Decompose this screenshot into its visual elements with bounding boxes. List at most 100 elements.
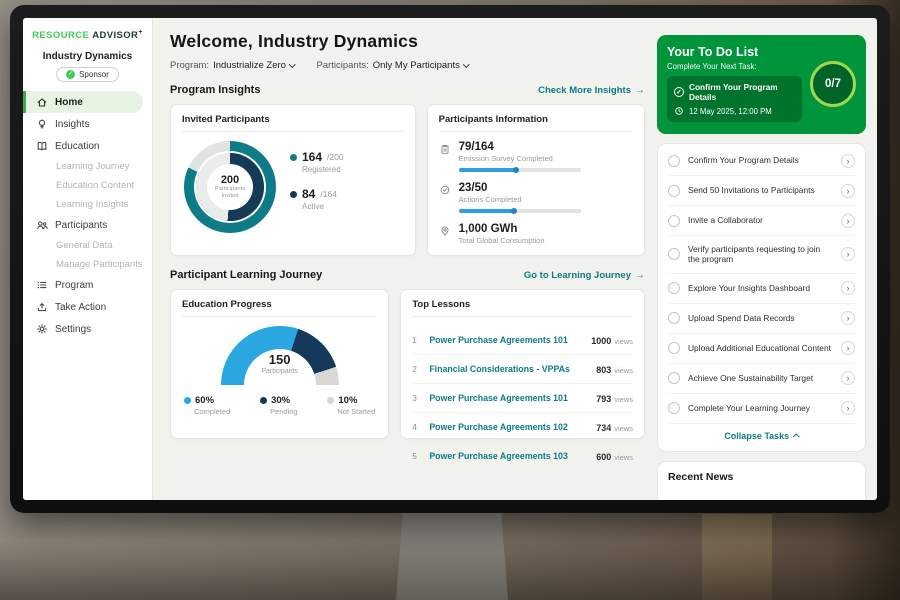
sidebar-item-education-content[interactable]: Education Content [23,176,152,195]
sidebar-item-learning-journey[interactable]: Learning Journey [23,157,152,176]
nav-label: Manage Participants [56,259,143,270]
app-logo: RESOURCEADVISOR+ [23,29,152,41]
program-select[interactable]: Program: Industrialize Zero [170,60,294,71]
chevron-right-icon[interactable]: › [841,341,855,355]
nav-label: Insights [55,119,89,130]
logo-resource: RESOURCE [32,30,89,41]
program-insights-header: Program Insights Check More Insights → [170,84,645,96]
participants-select[interactable]: Participants: Only My Participants [316,60,468,71]
task-checkbox[interactable] [668,342,680,354]
location-pin-icon [439,223,451,245]
nav-label: Settings [55,324,91,335]
sidebar-item-participants[interactable]: Participants [23,214,152,236]
org-name: Industry Dynamics [23,51,152,62]
task-label: Confirm Your Program Details [688,155,833,166]
sidebar: RESOURCEADVISOR+ Industry Dynamics ✓ Spo… [23,18,153,500]
lesson-link[interactable]: Power Purchase Agreements 102 [429,422,589,432]
task-checkbox[interactable] [668,155,680,167]
lesson-row: 2 Financial Considerations - VPPAs 803vi… [412,355,633,384]
lesson-link[interactable]: Power Purchase Agreements 103 [429,451,589,461]
card-title: Education Progress [182,299,377,317]
program-label: Program: [170,60,209,71]
legend-dot-teal [290,154,297,161]
lesson-rank: 5 [412,452,422,461]
lesson-rank: 1 [412,336,422,345]
chevron-right-icon[interactable]: › [841,184,855,198]
lesson-link[interactable]: Power Purchase Agreements 101 [429,393,589,403]
gauge-center-value: 150 [221,352,339,367]
legend-pct: 30% [271,395,290,406]
stat-value: 79/164 [459,141,581,153]
list-icon [35,279,48,291]
todo-panel: Your To Do List Complete Your Next Task:… [657,18,877,500]
sidebar-item-home[interactable]: Home [23,91,143,113]
participants-value: Only My Participants [373,60,460,71]
survey-icon [439,141,451,172]
book-icon [35,140,48,152]
task-checkbox[interactable] [668,185,680,197]
chevron-right-icon[interactable]: › [841,247,855,261]
card-title: Participants Information [439,114,633,132]
task-label: Invite a Collaborator [688,215,833,226]
lesson-row: 1 Power Purchase Agreements 101 1000view… [412,326,633,355]
nav-label: Learning Insights [56,199,128,210]
go-to-learning-journey-link[interactable]: Go to Learning Journey → [524,270,645,281]
task-item[interactable]: Upload Additional Educational Content › [668,334,855,364]
upload-icon [35,301,48,313]
nav-label: General Data [56,240,113,251]
donut-center-value: 200 [221,174,239,186]
task-item[interactable]: Confirm Your Program Details › [668,146,855,176]
next-task-box[interactable]: ✓ Confirm Your Program Details 12 May 20… [667,76,802,122]
task-checkbox[interactable] [668,402,680,414]
progress-fill [459,168,518,172]
task-checkbox[interactable] [668,372,680,384]
link-label: Check More Insights [538,85,631,96]
task-item[interactable]: Explore Your Insights Dashboard › [668,274,855,304]
section-title-learning-journey: Participant Learning Journey [170,269,322,281]
task-item[interactable]: Complete Your Learning Journey › [668,394,855,424]
sidebar-item-learning-insights[interactable]: Learning Insights [23,195,152,214]
lesson-row: 5 Power Purchase Agreements 103 600views [412,442,633,470]
sidebar-item-education[interactable]: Education [23,135,152,157]
task-item[interactable]: Invite a Collaborator › [668,206,855,236]
active-ring: 200 Participants Invited [196,153,264,221]
sidebar-item-insights[interactable]: Insights [23,113,152,135]
arrow-right-icon: → [635,85,645,96]
sidebar-item-program[interactable]: Program [23,274,152,296]
logo-advisor: ADVISOR [92,30,138,41]
task-checkbox[interactable] [668,248,680,260]
participants-information-card: Participants Information 79/164 Emission… [427,104,645,256]
nav-label: Education [55,141,99,152]
legend-pct: 60% [195,395,214,406]
chevron-right-icon[interactable]: › [841,214,855,228]
collapse-tasks-link[interactable]: Collapse Tasks [668,424,855,449]
task-checkbox[interactable] [668,282,680,294]
task-checkbox[interactable] [668,312,680,324]
task-item[interactable]: Achieve One Sustainability Target › [668,364,855,394]
sidebar-item-manage-participants[interactable]: Manage Participants [23,255,152,274]
task-item[interactable]: Upload Spend Data Records › [668,304,855,334]
chevron-right-icon[interactable]: › [841,281,855,295]
sidebar-item-general-data[interactable]: General Data [23,236,152,255]
task-item[interactable]: Verify participants requesting to join t… [668,236,855,274]
lesson-link[interactable]: Power Purchase Agreements 101 [429,335,584,345]
chevron-right-icon[interactable]: › [841,371,855,385]
sidebar-item-settings[interactable]: Settings [23,318,152,340]
chevron-right-icon[interactable]: › [841,401,855,415]
lesson-views-unit: views [614,395,633,404]
chevron-right-icon[interactable]: › [841,311,855,325]
lesson-link[interactable]: Financial Considerations - VPPAs [429,364,589,374]
stat-actions-completed: 23/50 Actions Completed [439,182,633,213]
task-checkbox[interactable] [668,215,680,227]
education-progress-card: Education Progress 150 Participants 60% … [170,289,389,439]
legend-dot-navy [260,397,267,404]
check-icon: ✓ [674,87,684,97]
stat-value: 1,000 GWh [459,223,545,235]
lesson-row: 4 Power Purchase Agreements 102 734views [412,413,633,442]
invited-donut-chart: 200 Participants Invited [184,141,276,233]
lesson-views: 803 [596,365,611,375]
sidebar-item-take-action[interactable]: Take Action [23,296,152,318]
check-more-insights-link[interactable]: Check More Insights → [538,85,645,96]
task-item[interactable]: Send 50 Invitations to Participants › [668,176,855,206]
chevron-right-icon[interactable]: › [841,154,855,168]
